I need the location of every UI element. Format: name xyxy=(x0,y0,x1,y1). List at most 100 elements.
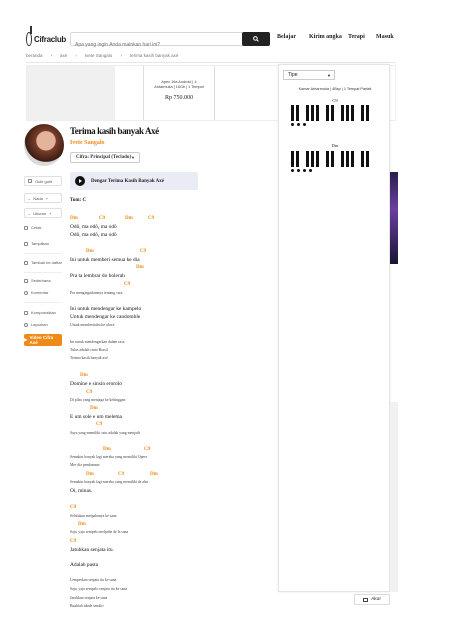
translation-line: Semakin banyak lagi mereka yang memiliki… xyxy=(70,480,149,484)
chevron-down-icon: ▼ xyxy=(327,73,331,78)
chord-label[interactable]: C9 xyxy=(70,505,76,510)
artist-name[interactable]: Ivete Sangalo xyxy=(70,140,105,146)
auto-scroll-button[interactable]: Gulir gulir xyxy=(24,176,62,186)
breadcrumb-sep: › xyxy=(120,53,122,58)
report-button[interactable]: Laporkan xyxy=(24,322,62,327)
breadcrumb-item[interactable]: beranda xyxy=(26,53,43,58)
guitar-icon xyxy=(26,26,33,46)
translation-line: Jatuhkan senjata ke sana xyxy=(70,596,108,600)
lyric-line: Domine e sinsin erorolo xyxy=(70,381,122,387)
minus-icon[interactable]: – xyxy=(28,196,30,201)
minus-icon[interactable]: – xyxy=(28,211,30,216)
video-lesson-button[interactable]: ▶ Video Cifra Axé xyxy=(24,334,62,346)
chord-label[interactable]: Dm xyxy=(70,216,78,221)
ad-price: Rp 750.000 xyxy=(164,95,193,101)
tool-label: Laporkan xyxy=(31,322,48,327)
chord-label[interactable]: C9 xyxy=(144,447,150,452)
add-to-list-button[interactable]: Tambah ke daftar xyxy=(24,260,62,265)
video-thumbnail[interactable] xyxy=(390,172,398,264)
lyric-line: Odô, ma odô, ma odô xyxy=(70,224,117,230)
artist-avatar[interactable] xyxy=(24,124,64,166)
breadcrumb-item[interactable]: Ivete Sangalo xyxy=(85,53,113,58)
translation-line: Tulus adalah cinta Brasil xyxy=(70,348,108,352)
translation-line: Saja, yaja sempelo melpahe de la sana xyxy=(70,530,129,534)
divider xyxy=(24,272,62,273)
chord-label[interactable]: Dm xyxy=(86,249,94,254)
chord-label[interactable]: Dm xyxy=(78,522,86,527)
chord-name: C9 xyxy=(332,98,338,103)
tool-label: Sederhana xyxy=(31,278,51,283)
nav-submit[interactable]: Kirim angka xyxy=(309,34,342,40)
print-icon xyxy=(24,225,28,230)
tool-label: Tampilkan xyxy=(31,241,50,246)
breadcrumb-item[interactable]: axé xyxy=(60,53,67,58)
chord-label[interactable]: C9 xyxy=(124,282,130,287)
audio-player[interactable]: Dengar Terima Kasih Banyak Axé xyxy=(70,172,198,190)
divider xyxy=(24,302,62,303)
logo-text: Cifraclub xyxy=(34,34,66,44)
chord-label[interactable]: C9 xyxy=(140,249,146,254)
chord-label[interactable]: C9 xyxy=(99,216,105,221)
ad-image xyxy=(27,66,115,120)
search-button[interactable] xyxy=(242,32,270,46)
ad-product-desc: Antarmuka | 16Gb | 1 Tempat xyxy=(154,85,204,89)
top-header: Cifraclub Belajar Kirim angka Terapi Mas… xyxy=(0,26,474,52)
chord-label[interactable]: C9 xyxy=(70,539,76,544)
scroll-icon xyxy=(28,179,32,183)
translation-line: Saja, yaja sempelo senjata itu ke sana xyxy=(70,587,128,591)
translation-line: Saya yang memiliki satu adalah yang menj… xyxy=(70,431,140,435)
translation-line: Selalukan melpahanya ke sana xyxy=(70,514,117,518)
chord-type-select[interactable]: Tipe ▼ xyxy=(283,70,335,80)
lyric-line: Odô, ma odô, ma odô xyxy=(70,232,117,238)
nav-therapy[interactable]: Terapi xyxy=(348,34,365,40)
chords-toggle-label: Akor xyxy=(371,597,381,602)
lyric-line: Oi, minas. xyxy=(70,488,93,494)
breadcrumb-item: terima kasih banyak axé xyxy=(129,53,179,58)
chord-label[interactable]: Dm xyxy=(80,373,88,378)
edit-button[interactable]: Tampilkan xyxy=(24,241,62,246)
chord-label[interactable]: Dm xyxy=(150,472,158,477)
chord-label[interactable]: Dm xyxy=(90,406,98,411)
lyric-line: Adalah pasta xyxy=(70,562,98,568)
lyric-line: E um sole e um melema xyxy=(70,414,122,420)
chord-label[interactable]: C9 xyxy=(118,472,124,477)
plus-icon[interactable]: + xyxy=(49,211,51,216)
chord-label[interactable]: C9 xyxy=(148,216,154,221)
tool-label: Nada xyxy=(33,195,43,201)
chord-label[interactable]: Dm xyxy=(125,216,133,221)
ad-product: Apex 16a Android | 4 Antarmuka | 16Gb | … xyxy=(143,66,215,120)
chord-label[interactable]: Dm xyxy=(86,472,94,477)
simplify-icon xyxy=(24,278,28,283)
comment-button[interactable]: Komentar xyxy=(24,290,62,295)
chord-panel-subtitle: Kamar Antarmuka | 4Bsp | 1 Tempat Parfai… xyxy=(298,87,372,91)
chord-diagram-panel: Tipe ▼ Kamar Antarmuka | 4Bsp | 1 Tempat… xyxy=(278,64,390,592)
print-button[interactable]: Cetak xyxy=(24,225,62,230)
plus-icon[interactable]: + xyxy=(46,196,48,201)
tool-label: Komentar xyxy=(31,290,49,295)
chord-label[interactable]: Dm xyxy=(136,265,144,270)
note-icon xyxy=(24,310,28,315)
translation-line: Mer dia pendamme xyxy=(70,463,100,467)
chord-label[interactable]: C9 xyxy=(96,422,102,427)
version-select[interactable]: Cifra: Principal (Teclado) ▼ xyxy=(70,152,140,163)
site-logo[interactable]: Cifraclub xyxy=(26,26,66,50)
chord-dots xyxy=(291,169,312,172)
play-icon[interactable] xyxy=(75,176,85,186)
translation-line: Pra mengingatkannya tentang cara xyxy=(70,291,123,295)
search-input[interactable] xyxy=(71,39,239,51)
simplify-button[interactable]: Sederhana xyxy=(24,278,62,283)
chord-label[interactable]: Dm xyxy=(103,447,111,452)
translation-line: Buaklah tubuh sendiri xyxy=(70,604,104,608)
breadcrumb-sep: › xyxy=(75,53,77,58)
tool-label: Komposisikan xyxy=(31,310,56,315)
compose-button[interactable]: Komposisikan xyxy=(24,310,62,315)
chord-label[interactable]: C9 xyxy=(86,390,92,395)
tool-label: Cetak xyxy=(31,225,42,230)
size-control[interactable]: – Ukuran + xyxy=(24,208,62,218)
nav-learn[interactable]: Belajar xyxy=(277,34,296,40)
nav-login[interactable]: Masuk xyxy=(376,34,394,40)
tone-control[interactable]: – Nada + xyxy=(24,193,62,203)
chords-toggle-button[interactable]: Akor xyxy=(354,594,390,605)
lyric-line: Ini untuk memberi semua ke dia xyxy=(70,257,140,263)
song-key[interactable]: Tom: C xyxy=(70,198,86,203)
